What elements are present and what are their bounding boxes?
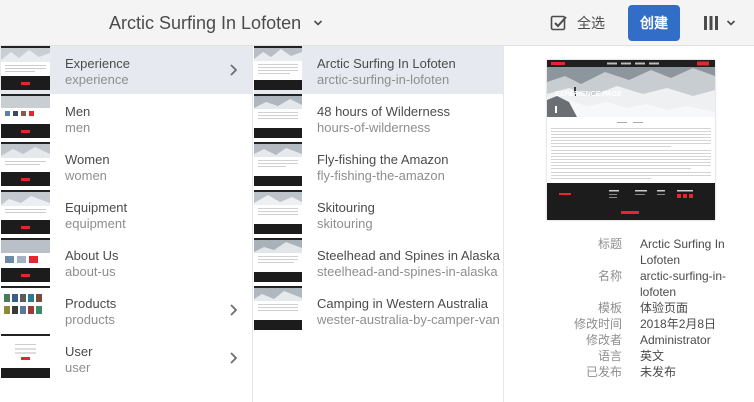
list-item-steelhead[interactable]: Steelhead and Spines in Alaska steelhead… [254,238,503,286]
property-value: Administrator [640,333,711,347]
details-panel: EXPERIENCE PAGE 标题 Arctic Surfing In Lof… [505,46,754,402]
list-item-name: experience [65,72,129,87]
list-item-name: about-us [65,264,116,279]
select-all-button[interactable]: 全选 [550,13,605,33]
list-item-name: women [65,168,107,183]
list-item-title: 48 hours of Wilderness [317,104,450,119]
page-preview-thumbnail: EXPERIENCE PAGE [547,60,715,220]
property-key: 语言 [597,349,622,363]
list-item-48-hours[interactable]: 48 hours of Wilderness hours-of-wilderne… [254,94,503,142]
list-item-name: user [65,360,91,375]
list-item-title: User [65,344,93,359]
page-thumbnail [254,94,302,138]
list-item-name: steelhead-and-spines-in-alaska [317,264,498,279]
property-value: 2018年2月8日 [640,317,717,331]
chevron-right-icon[interactable] [229,64,237,76]
chevron-down-icon [726,20,736,26]
property-value: 未发布 [640,365,677,379]
list-item-title: Fly-fishing the Amazon [317,152,449,167]
list-item-men[interactable]: Men men [0,94,252,142]
property-key: 名称 [597,269,622,283]
list-item-women[interactable]: Women women [0,142,252,190]
property-key: 修改时间 [573,317,622,331]
property-key: 模板 [597,301,622,315]
page-thumbnail [1,94,50,138]
column-experience[interactable]: Arctic Surfing In Lofoten arctic-surfing… [254,46,504,402]
list-item-about-us[interactable]: About Us about-us [0,238,252,286]
page-thumbnail [254,190,302,234]
list-item-name: equipment [65,216,126,231]
page-title: Arctic Surfing In Lofoten [109,12,302,33]
property-key: 已发布 [585,365,622,379]
list-item-title: Women [65,152,110,167]
create-button[interactable]: 创建 [628,5,680,41]
select-all-label: 全选 [577,15,605,31]
page-thumbnail [1,46,50,90]
property-value: Arctic Surfing In Lofoten [640,237,725,267]
property-value: arctic-surfing-in-lofoten [640,269,727,299]
property-value: 英文 [640,349,665,363]
list-item-name: wester-australia-by-camper-van [317,312,500,327]
list-item-title: Steelhead and Spines in Alaska [317,248,500,263]
page-thumbnail [1,238,50,282]
list-item-title: Experience [65,56,131,71]
list-item-title: Skitouring [317,200,375,215]
checkbox-checked-icon [550,15,567,31]
page-thumbnail [254,142,302,186]
chevron-down-icon [314,20,323,26]
chevron-right-icon[interactable] [229,352,237,364]
list-item-products[interactable]: Products products [0,286,252,334]
preview-banner-text: EXPERIENCE PAGE [555,91,622,98]
view-switcher[interactable] [702,13,736,33]
list-item-title: About Us [65,248,119,263]
list-item-user[interactable]: User user [0,334,252,382]
list-item-title: Equipment [65,200,128,215]
chevron-right-icon[interactable] [229,304,237,316]
list-item-arctic-surfing[interactable]: Arctic Surfing In Lofoten arctic-surfing… [254,46,503,94]
page-thumbnail [1,190,50,234]
list-item-title: Products [65,296,117,311]
list-item-title: Camping in Western Australia [317,296,489,311]
column-site-root[interactable]: Experience experience Men men Women wome… [0,46,253,402]
page-thumbnail [1,286,50,330]
list-item-name: products [65,312,115,327]
column-view-icon [704,16,718,30]
property-key: 标题 [597,237,622,251]
page-thumbnail [254,46,302,90]
top-action-bar: Arctic Surfing In Lofoten 全选 创建 [0,0,754,46]
list-item-name: hours-of-wilderness [317,120,431,135]
property-value: 体验页面 [640,301,689,315]
list-item-equipment[interactable]: Equipment equipment [0,190,252,238]
page-title-dropdown[interactable]: Arctic Surfing In Lofoten [109,10,323,36]
list-item-camping[interactable]: Camping in Western Australia wester-aust… [254,286,503,334]
list-item-skitouring[interactable]: Skitouring skitouring [254,190,503,238]
page-thumbnail [254,238,302,282]
list-item-title: Men [65,104,91,119]
list-item-name: arctic-surfing-in-lofoten [317,72,450,87]
list-item-name: fly-fishing-the-amazon [317,168,445,183]
list-item-title: Arctic Surfing In Lofoten [317,56,456,71]
list-item-name: skitouring [317,216,373,231]
list-item-fly-fishing[interactable]: Fly-fishing the Amazon fly-fishing-the-a… [254,142,503,190]
list-item-experience[interactable]: Experience experience [0,46,252,94]
property-key: 修改者 [585,333,622,347]
list-item-name: men [65,120,91,135]
page-thumbnail [254,286,302,330]
page-thumbnail [1,334,50,378]
page-thumbnail [1,142,50,186]
